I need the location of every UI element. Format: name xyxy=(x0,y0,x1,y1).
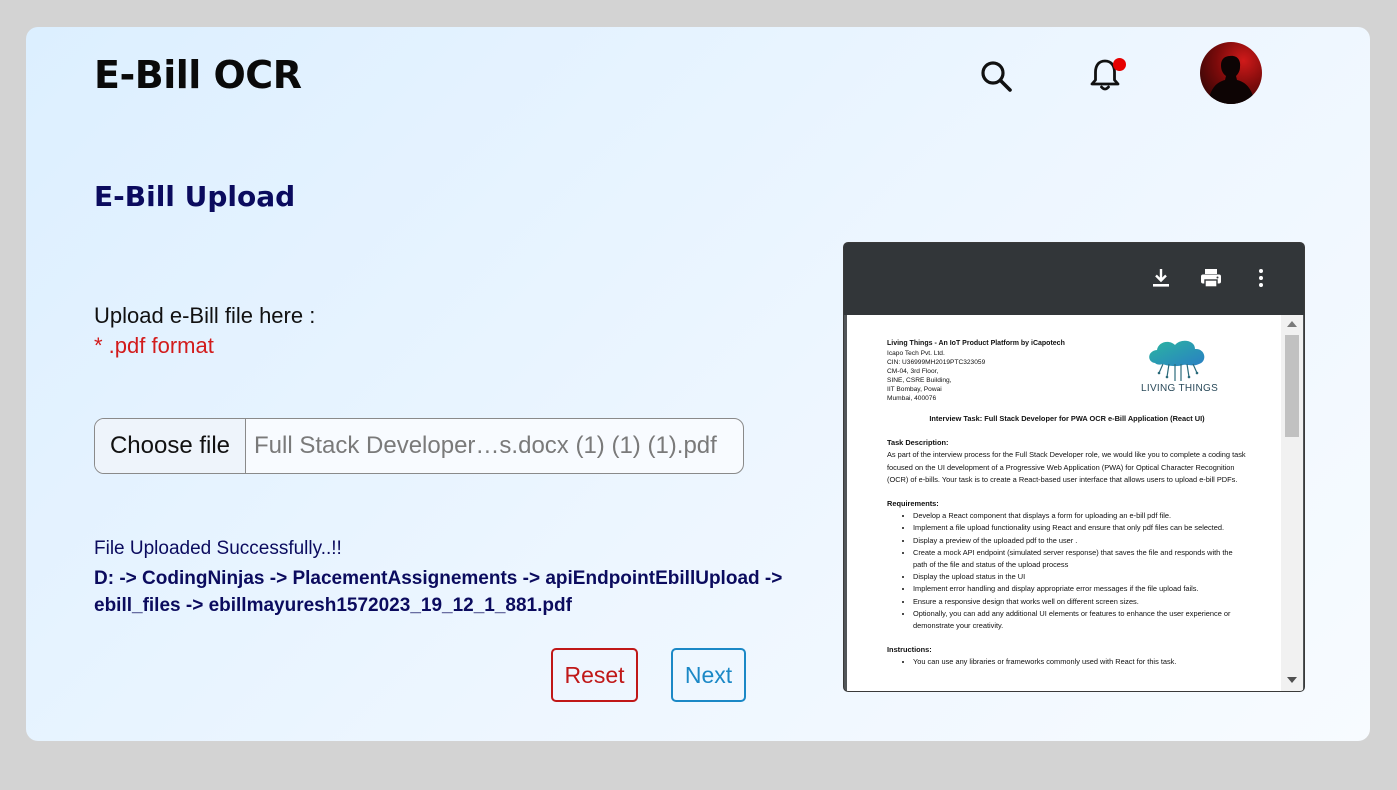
pdf-toolbar xyxy=(844,243,1304,315)
list-item: Display the upload status in the UI xyxy=(913,571,1247,583)
notification-dot xyxy=(1113,58,1126,71)
pdf-preview[interactable]: Living Things - An IoT Product Platform … xyxy=(843,242,1305,692)
search-icon[interactable] xyxy=(979,59,1013,93)
pdf-requirements-list: Develop a React component that displays … xyxy=(887,510,1247,632)
scroll-up-icon[interactable] xyxy=(1287,321,1297,327)
pdf-scrollbar[interactable] xyxy=(1281,315,1303,691)
list-item: Create a mock API endpoint (simulated se… xyxy=(913,547,1247,571)
logo-text: LIVING THINGS xyxy=(1141,383,1219,394)
list-item: Ensure a responsive design that works we… xyxy=(913,596,1247,608)
list-item: Optionally, you can add any additional U… xyxy=(913,608,1247,632)
upload-status: File Uploaded Successfully..!! xyxy=(94,538,342,559)
list-item: You can use any libraries or frameworks … xyxy=(913,656,1247,668)
pdf-instructions-list: You can use any libraries or frameworks … xyxy=(887,656,1247,668)
list-item: Implement error handling and display app… xyxy=(913,583,1247,595)
list-item: Display a preview of the uploaded pdf to… xyxy=(913,535,1247,547)
section-title: E-Bill Upload xyxy=(94,180,296,213)
scroll-down-icon[interactable] xyxy=(1287,677,1297,683)
user-silhouette-icon xyxy=(1208,55,1255,104)
list-item: Develop a React component that displays … xyxy=(913,510,1247,522)
download-icon[interactable] xyxy=(1150,267,1172,289)
living-things-logo: LIVING THINGS xyxy=(1137,337,1227,399)
file-path: D: -> CodingNinjas -> PlacementAssigneme… xyxy=(94,568,783,616)
pdf-instructions-heading: Instructions: xyxy=(887,645,932,655)
upload-label: Upload e-Bill file here : xyxy=(94,303,316,328)
reset-button[interactable]: Reset xyxy=(551,648,638,702)
pdf-requirements-heading: Requirements: xyxy=(887,499,939,509)
pdf-task-body: As part of the interview process for the… xyxy=(887,450,1246,484)
file-input[interactable]: Choose file Full Stack Developer…s.docx … xyxy=(94,418,744,474)
list-item: Implement a file upload functionality us… xyxy=(913,522,1247,534)
tree-logo-icon xyxy=(1149,340,1205,381)
pdf-doc-title: Interview Task: Full Stack Developer for… xyxy=(929,414,1205,423)
print-icon[interactable] xyxy=(1200,267,1222,289)
next-button[interactable]: Next xyxy=(671,648,746,702)
format-note: * .pdf format xyxy=(94,333,214,358)
pdf-task-heading: Task Description: xyxy=(887,438,949,448)
pdf-page: Living Things - An IoT Product Platform … xyxy=(847,315,1281,691)
app-card: E-Bill OCR E-Bill Upload Upload e-Bill f… xyxy=(26,27,1370,741)
app-title: E-Bill OCR xyxy=(94,53,302,97)
avatar[interactable] xyxy=(1200,42,1262,104)
selected-file-name: Full Stack Developer…s.docx (1) (1) (1).… xyxy=(254,432,717,459)
choose-file-button[interactable]: Choose file xyxy=(95,419,246,473)
scroll-thumb[interactable] xyxy=(1285,335,1299,437)
more-vert-icon[interactable] xyxy=(1250,267,1272,289)
